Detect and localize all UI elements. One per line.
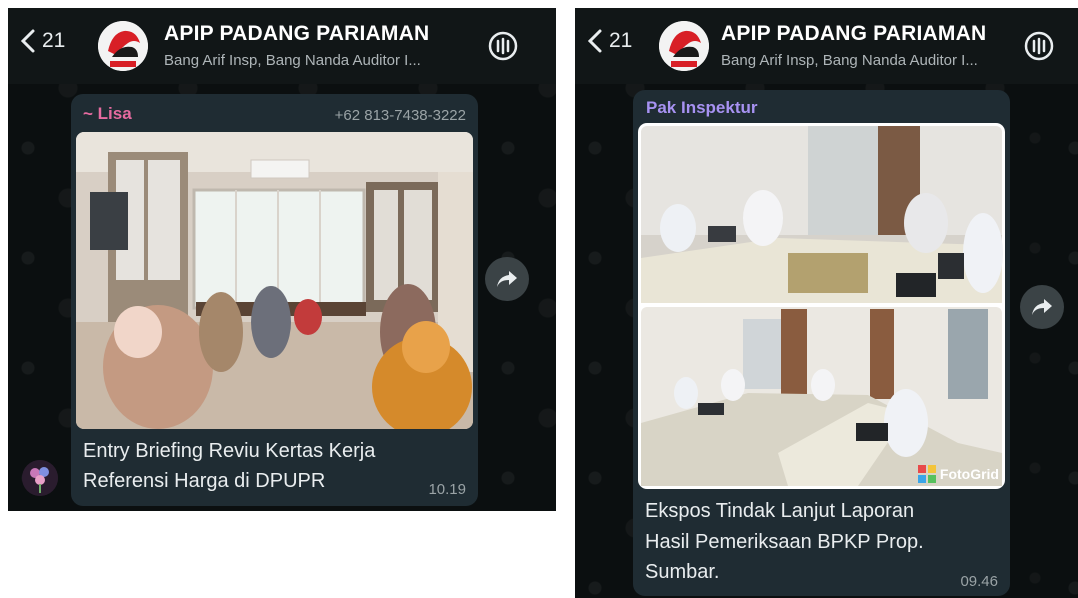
chat-header: 21 APIP PADANG PARIAMAN Bang Arif Insp, … [575,8,1078,84]
caption-line: Referensi Harga di DPUPR [83,470,326,492]
group-avatar[interactable] [98,21,148,71]
group-avatar[interactable] [659,21,709,71]
chat-members[interactable]: Bang Arif Insp, Bang Nanda Auditor I... [721,52,978,69]
message-time: 09.46 [960,573,998,590]
chat-header: 21 APIP PADANG PARIAMAN Bang Arif Insp, … [8,8,556,84]
back-button[interactable]: 21 [20,28,65,54]
forward-button[interactable] [485,257,529,301]
caption-line: Hasil Pemeriksaan BPKP Prop. [645,530,924,553]
chat-screen-right: 21 APIP PADANG PARIAMAN Bang Arif Insp, … [575,8,1078,598]
sender-name[interactable]: ~ Lisa [83,104,132,124]
forward-icon [497,271,517,287]
unread-count: 21 [42,29,66,52]
sender-phone: +62 813-7438-3222 [334,107,466,124]
chat-title[interactable]: APIP PADANG PARIAMAN [164,22,429,46]
photo-bottom [641,307,1002,486]
fotogrid-logo-icon [917,465,936,483]
caption-line: Entry Briefing Reviu Kertas Kerja [83,440,376,462]
fotogrid-label: FotoGrid [939,466,999,482]
fotogrid-watermark: FotoGrid [917,465,999,483]
caption-line: Sumbar. [645,561,720,583]
message-caption: Ekspos Tindak Lanjut Laporan Hasil Pemer… [645,496,924,588]
call-icon[interactable] [487,30,519,62]
forward-button[interactable] [1020,285,1064,329]
unread-count: 21 [609,29,633,52]
back-chevron-icon [587,29,602,53]
sender-avatar[interactable] [22,460,58,496]
forward-icon [1032,299,1052,315]
message-photo-grid[interactable]: FotoGrid [638,123,1005,489]
chat-title[interactable]: APIP PADANG PARIAMAN [721,22,986,46]
back-chevron-icon [20,29,35,53]
call-icon[interactable] [1023,30,1055,62]
caption-line: Ekspos Tindak Lanjut Laporan [645,500,915,522]
sender-name[interactable]: Pak Inspektur [646,98,758,118]
message-time: 10.19 [428,481,466,498]
chat-screen-left: 21 APIP PADANG PARIAMAN Bang Arif Insp, … [8,8,556,511]
message-bubble[interactable]: Pak Inspektur FotoGrid Ekspos Tindak Lan… [633,90,1010,596]
message-bubble[interactable]: ~ Lisa +62 813-7438-3222 Entry Briefing … [71,94,478,506]
chat-members[interactable]: Bang Arif Insp, Bang Nanda Auditor I... [164,52,421,69]
message-photo[interactable] [76,132,473,429]
back-button[interactable]: 21 [587,28,632,54]
message-caption: Entry Briefing Reviu Kertas Kerja Refere… [83,436,375,496]
photo-top [641,126,1003,303]
